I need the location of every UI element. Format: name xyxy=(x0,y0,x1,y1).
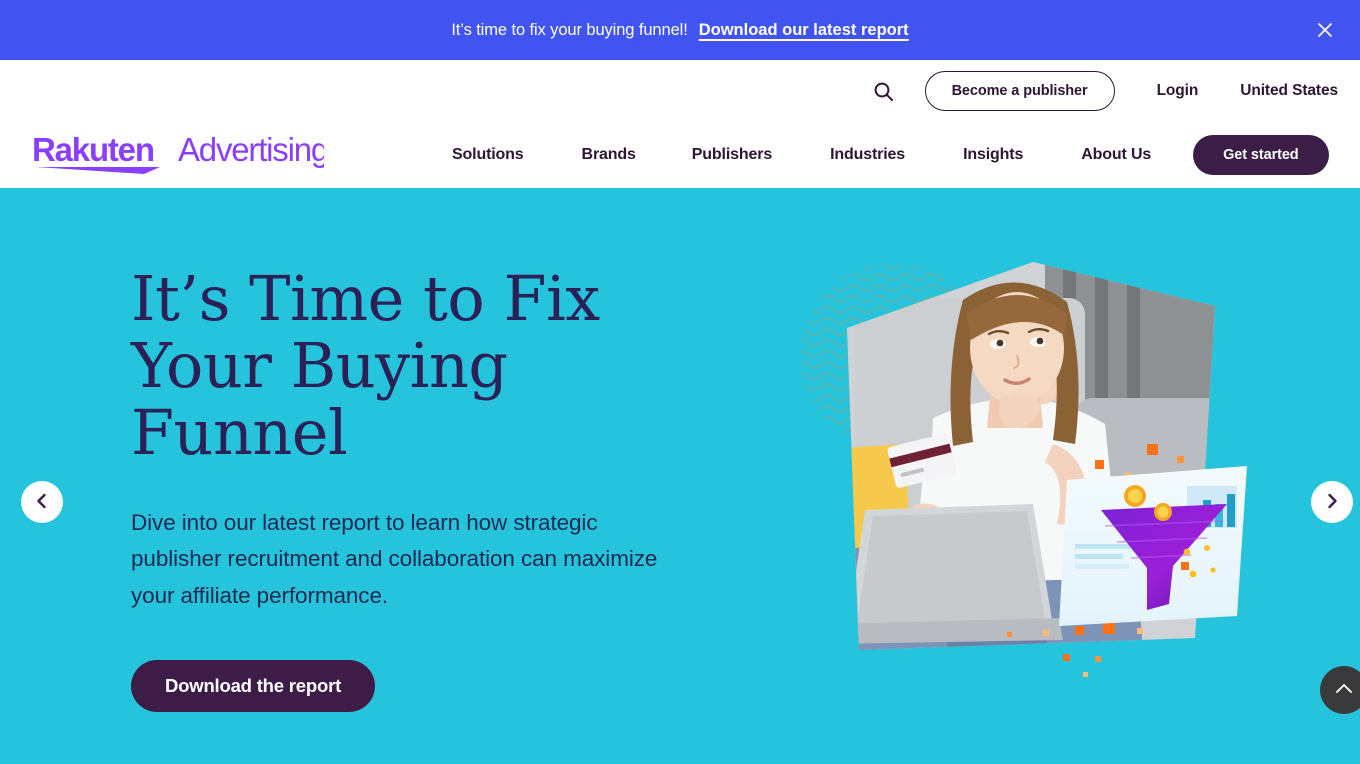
nav-item-industries[interactable]: Industries xyxy=(830,146,905,164)
nav-item-insights[interactable]: Insights xyxy=(963,146,1023,164)
nav-item-solutions[interactable]: Solutions xyxy=(452,146,524,164)
carousel-prev-button[interactable] xyxy=(21,481,63,523)
close-icon[interactable] xyxy=(1312,17,1338,43)
nav-item-publishers[interactable]: Publishers xyxy=(692,146,772,164)
download-the-report-button[interactable]: Download the report xyxy=(131,660,376,713)
header-utility-row: Become a publisher Login United States xyxy=(0,60,1360,122)
hero-subtitle: Dive into our latest report to learn how… xyxy=(131,509,658,608)
main-navigation: Solutions Brands Publishers Industries I… xyxy=(452,122,1344,188)
nav-item-about-us[interactable]: About Us xyxy=(1081,146,1151,164)
rakuten-advertising-logo[interactable]: Rakuten Advertising xyxy=(32,130,324,176)
announcement-banner: It’s time to fix your buying funnel! Dow… xyxy=(0,0,1360,60)
locale-selector[interactable]: United States xyxy=(1240,82,1338,100)
chevron-up-icon xyxy=(1333,678,1355,703)
svg-text:Rakuten: Rakuten xyxy=(32,131,154,168)
site-header: Become a publisher Login United States R… xyxy=(0,60,1360,188)
funnel-graphic-card xyxy=(1059,466,1247,626)
chevron-left-icon xyxy=(33,492,51,513)
hero-copy: It’s Time to Fix Your Buying Funnel Dive… xyxy=(131,262,731,713)
svg-text:Advertising: Advertising xyxy=(178,131,324,168)
carousel-next-button[interactable] xyxy=(1311,481,1353,523)
hero-carousel-slide: It’s Time to Fix Your Buying Funnel Dive… xyxy=(0,188,1360,764)
chevron-right-icon xyxy=(1323,492,1341,513)
get-started-button[interactable]: Get started xyxy=(1193,135,1329,175)
hero-title: It’s Time to Fix Your Buying Funnel xyxy=(131,262,600,469)
search-icon[interactable] xyxy=(867,74,901,108)
announcement-text: It’s time to fix your buying funnel! xyxy=(451,20,688,39)
announcement-link[interactable]: Download our latest report xyxy=(699,21,909,40)
nav-item-brands[interactable]: Brands xyxy=(582,146,636,164)
login-link[interactable]: Login xyxy=(1157,82,1199,100)
become-a-publisher-button[interactable]: Become a publisher xyxy=(924,71,1115,111)
scroll-to-top-button[interactable] xyxy=(1320,666,1360,714)
hero-image xyxy=(795,248,1255,688)
